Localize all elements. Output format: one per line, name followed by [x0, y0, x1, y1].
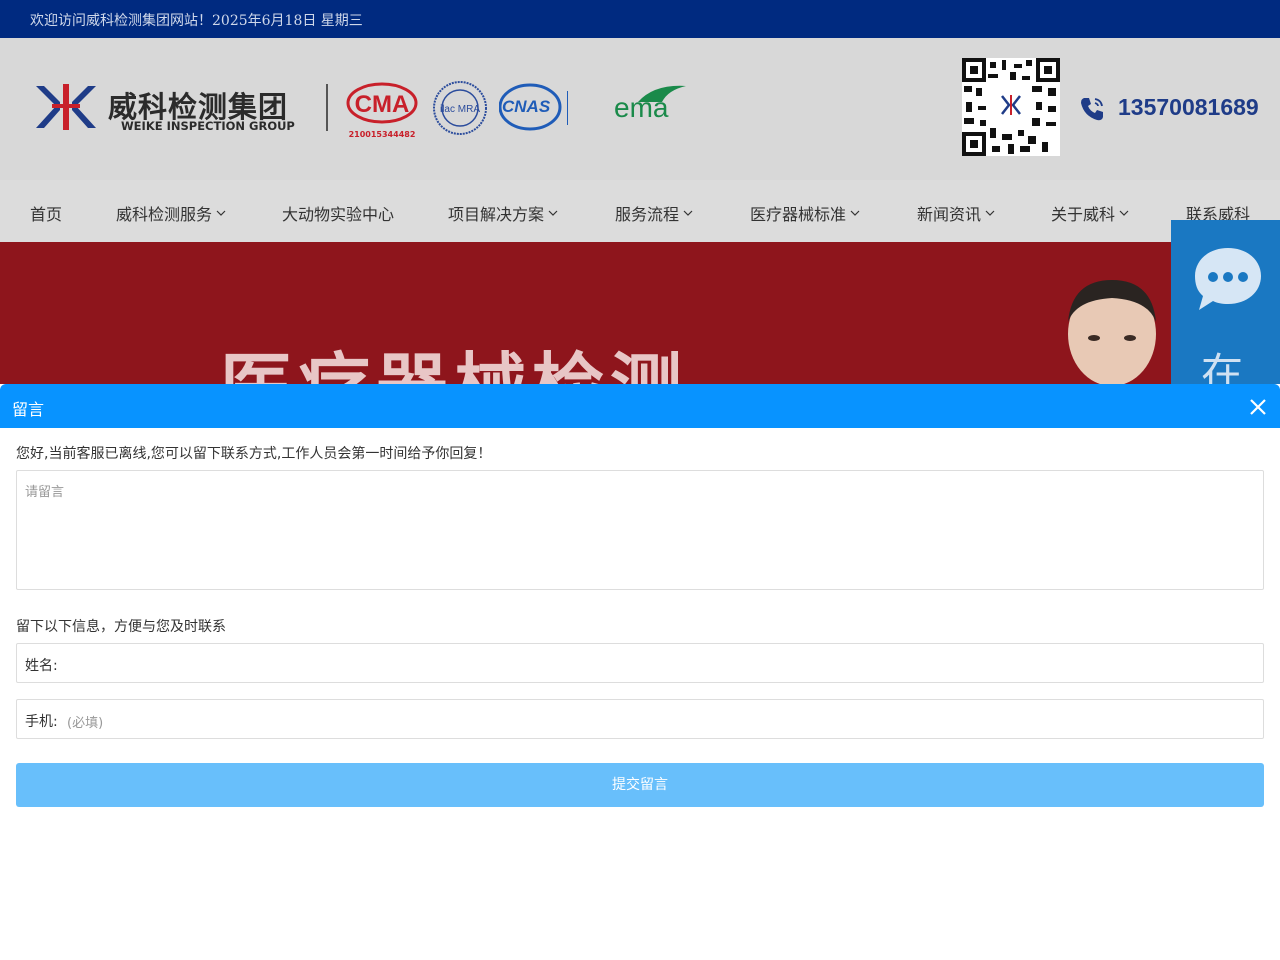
nav-item-solutions[interactable]: 项目解决方案 [448, 201, 558, 225]
nav-item-about[interactable]: 关于威科 [1051, 201, 1129, 225]
chevron-down-icon [548, 210, 558, 216]
nav-label: 关于威科 [1051, 205, 1116, 224]
chevron-down-icon [850, 210, 860, 216]
ema-label: ema [614, 92, 669, 123]
message-textarea[interactable]: 请留言 [16, 470, 1264, 590]
welcome-text: 欢迎访问威科检测集团网站！2025年6月18日 星期三 [30, 13, 363, 29]
cma-logo-icon: CMA [346, 82, 418, 124]
contact-info-prompt: 留下以下信息，方便与您及时联系 [16, 619, 226, 635]
cnas-certification-badge: CNAS [498, 83, 599, 131]
logo-english-name: WEIKE INSPECTION GROUP [121, 119, 295, 133]
chevron-down-icon [683, 210, 693, 216]
chat-widget-label: 在 [1201, 349, 1244, 384]
nav-item-news[interactable]: 新闻资讯 [917, 201, 995, 225]
qr-code-icon[interactable] [962, 58, 1060, 156]
chevron-down-icon [1119, 210, 1129, 216]
online-chat-widget[interactable]: 在 [1171, 220, 1280, 384]
svg-text:CMA: CMA [355, 91, 410, 118]
mobile-placeholder: (必填) [67, 716, 104, 731]
nav-label: 大动物实验中心 [282, 205, 395, 224]
mobile-label: 手机: [25, 714, 58, 730]
cnas-label: CNAS [502, 97, 551, 116]
nav-item-home[interactable]: 首页 [30, 201, 62, 225]
chevron-down-icon [216, 210, 226, 216]
logo-divider [326, 84, 328, 131]
name-input[interactable]: 姓名: [16, 643, 1264, 683]
nav-item-services[interactable]: 威科检测服务 [116, 201, 226, 225]
nav-label: 威科检测服务 [116, 205, 213, 224]
nav-label: 项目解决方案 [448, 205, 545, 224]
chevron-down-icon [985, 210, 995, 216]
nav-item-animal-lab[interactable]: 大动物实验中心 [282, 201, 394, 225]
hero-banner[interactable]: 医疗器械检测 [0, 242, 1280, 384]
cma-certification-badge: CMA 210015344482 [346, 82, 418, 139]
close-icon[interactable] [1248, 397, 1268, 417]
weike-logo-icon[interactable] [34, 82, 98, 132]
hotline-number[interactable]: 13570081689 [1118, 94, 1259, 121]
nav-label: 医疗器械标准 [750, 205, 847, 224]
ema-certification-badge: ema [612, 82, 692, 132]
message-placeholder: 请留言 [25, 485, 65, 500]
phone-icon [1081, 98, 1103, 121]
mobile-input[interactable]: 手机: (必填) [16, 699, 1264, 739]
banner-title: 医疗器械检测 [220, 328, 688, 384]
nav-label: 服务流程 [615, 205, 680, 224]
submit-message-button[interactable]: 提交留言 [16, 763, 1264, 807]
chat-bubble-icon [1195, 248, 1261, 310]
main-nav: 首页 威科检测服务 大动物实验中心 项目解决方案 服务流程 医疗器械标准 新闻资… [0, 180, 1280, 242]
leave-message-dialog: 留言 您好,当前客服已离线,您可以留下联系方式,工作人员会第一时间给予你回复！ … [0, 384, 1280, 960]
top-welcome-bar: 欢迎访问威科检测集团网站！2025年6月18日 星期三 [0, 0, 1280, 38]
cnas-small-text [567, 91, 598, 125]
nav-item-process[interactable]: 服务流程 [615, 201, 693, 225]
offline-notice: 您好,当前客服已离线,您可以留下联系方式,工作人员会第一时间给予你回复！ [16, 446, 492, 462]
dialog-header: 留言 [0, 384, 1280, 428]
spokesperson-image [1068, 280, 1156, 384]
svg-text:ilac MRA: ilac MRA [440, 104, 480, 115]
ilac-mra-badge-icon: ilac MRA [433, 81, 487, 135]
name-label: 姓名: [25, 658, 58, 674]
cma-number: 210015344482 [348, 130, 416, 139]
nav-label: 新闻资讯 [917, 205, 982, 224]
nav-item-standards[interactable]: 医疗器械标准 [750, 201, 860, 225]
dialog-title: 留言 [12, 400, 45, 419]
nav-label: 首页 [30, 205, 63, 224]
